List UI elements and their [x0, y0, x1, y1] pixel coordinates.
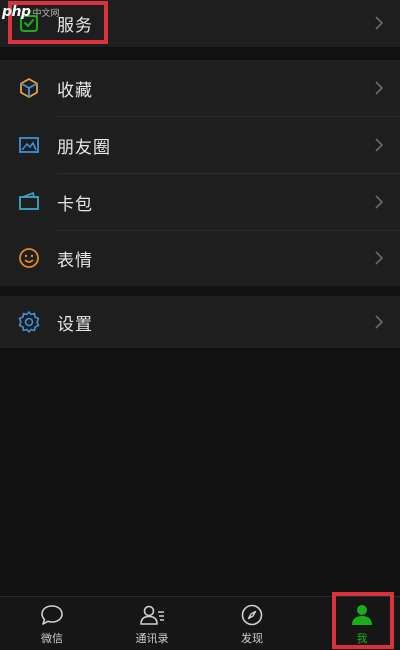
menu-item-label: 卡包	[57, 194, 93, 215]
contacts-icon	[138, 602, 166, 628]
compass-icon	[238, 602, 266, 628]
menu-item-moments[interactable]: 朋友圈	[0, 117, 400, 173]
watermark-text: 中文网	[32, 8, 60, 19]
menu-item-settings[interactable]: 设置	[0, 294, 400, 350]
wallet-icon	[16, 189, 42, 215]
menu-item-label: 表情	[57, 250, 93, 271]
chevron-right-icon	[372, 195, 386, 209]
chevron-right-icon	[372, 315, 386, 329]
tab-label: 通讯录	[135, 632, 169, 645]
chevron-right-icon	[372, 16, 386, 30]
watermark: php 中文网	[2, 2, 60, 22]
tab-label: 微信	[41, 632, 63, 645]
smiley-icon	[16, 245, 42, 271]
highlight-box-me	[332, 592, 394, 649]
chevron-right-icon	[372, 81, 386, 95]
menu-item-favorites[interactable]: 收藏	[0, 60, 400, 116]
menu-item-stickers[interactable]: 表情	[0, 230, 400, 286]
tab-chats[interactable]: 微信	[12, 597, 92, 650]
tab-discover[interactable]: 发现	[212, 597, 292, 650]
menu-item-label: 设置	[57, 314, 93, 335]
menu-group: 收藏 朋友圈 卡包 表情	[0, 60, 400, 286]
chevron-right-icon	[372, 138, 386, 152]
menu-item-cards[interactable]: 卡包	[0, 174, 400, 230]
settings-group: 设置	[0, 296, 400, 348]
menu-item-label: 收藏	[57, 80, 93, 101]
menu-item-label: 朋友圈	[57, 137, 111, 158]
chevron-right-icon	[372, 251, 386, 265]
photo-icon	[16, 132, 42, 158]
gear-icon	[16, 309, 42, 335]
chat-bubble-icon	[38, 602, 66, 628]
watermark-logo: php	[2, 4, 31, 20]
me-screen: php 中文网 服务 收藏 朋友圈 卡包 表情 设置 微信 通讯录 发现 我	[0, 0, 400, 650]
cube-icon	[16, 75, 42, 101]
tab-label: 发现	[241, 632, 263, 645]
tab-contacts[interactable]: 通讯录	[112, 597, 192, 650]
